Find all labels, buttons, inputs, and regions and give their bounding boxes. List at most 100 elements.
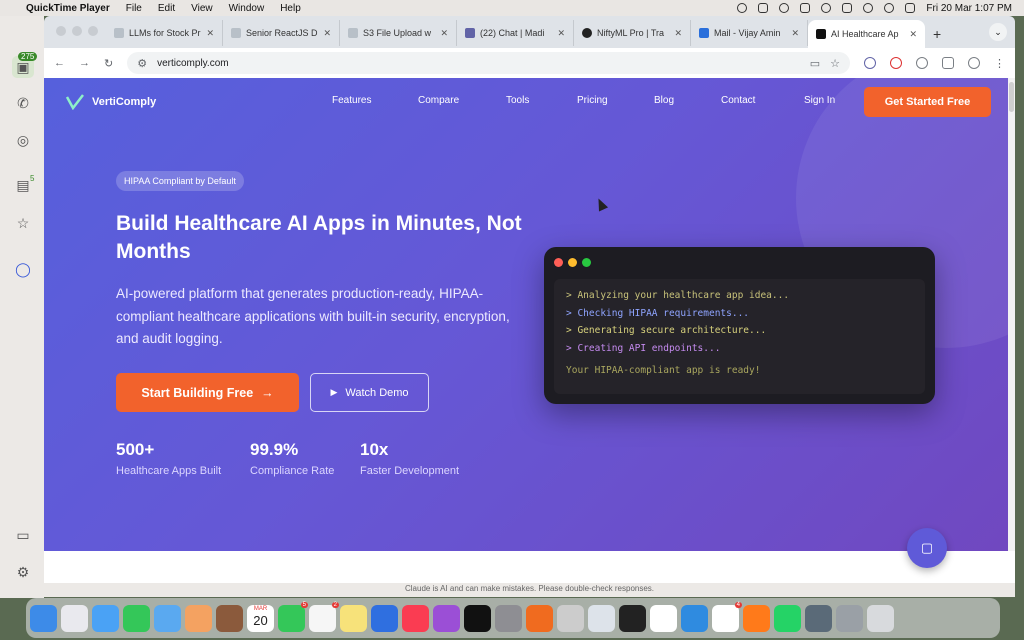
star-icon[interactable]: ☆ [12,212,34,234]
notes-icon[interactable] [340,604,367,632]
new-tab-button[interactable]: + [925,26,949,42]
nav-compare[interactable]: Compare [418,95,459,106]
nav-sign-in[interactable]: Sign In [804,95,835,106]
slack-icon[interactable]: 4 [712,601,742,632]
tab-senior-reactjs[interactable]: Senior ReactJS D ✕ [223,20,340,46]
photos-icon[interactable] [185,604,212,632]
tab-favicon-icon [816,29,826,39]
quicktime-icon[interactable] [805,604,832,632]
control-center-icon[interactable] [905,3,916,13]
display-icon[interactable] [800,3,811,13]
hero-headline: Build Healthcare AI Apps in Minutes, Not… [116,212,522,263]
forward-icon[interactable]: → [79,57,90,69]
tab-llms-stock[interactable]: LLMs for Stock Pr ✕ [106,20,223,46]
profile-icon[interactable] [968,57,980,69]
page-scrollbar[interactable] [1008,78,1015,551]
reminders-icon[interactable]: 2 [309,601,339,632]
sublime-text-icon[interactable] [526,604,553,632]
watch-demo-button[interactable]: ▶ Watch Demo [310,373,429,412]
menubar-datetime[interactable]: Fri 20 Mar 1:07 PM [926,3,1012,14]
back-icon[interactable]: ← [54,57,65,69]
site-logo[interactable]: VertiComply [66,94,156,110]
settings-icon[interactable]: ⚙ [12,561,34,583]
more-menu-icon[interactable]: ⋮ [994,57,1005,70]
whatsapp-icon[interactable] [774,604,801,632]
menu-edit[interactable]: Edit [158,3,175,14]
menu-view[interactable]: View [191,3,213,14]
tab-chat[interactable]: (22) Chat | Madi ✕ [457,20,574,46]
finder-icon[interactable] [30,604,57,632]
iphone-mirroring-icon[interactable] [557,604,584,632]
battery-icon[interactable] [842,3,853,13]
apple-tv-icon[interactable] [464,604,491,632]
site-info-icon[interactable]: ⚙ [137,57,147,70]
zoom-window-button[interactable] [88,26,98,36]
menu-file[interactable]: File [126,3,142,14]
phone-icon[interactable]: ✆ [12,92,34,114]
preview-icon[interactable] [588,604,615,632]
puzzle-icon[interactable] [942,57,954,69]
bookmark-star-icon[interactable]: ☆ [830,57,840,70]
calendar-icon[interactable]: MAR 20 [247,604,274,632]
record-icon[interactable] [737,3,748,13]
mail-app-icon[interactable] [92,604,119,632]
extension-icon[interactable] [890,57,902,69]
chat-widget-button[interactable]: ▢ [907,528,947,568]
tab-close-icon[interactable]: ✕ [674,28,682,39]
tab-mail[interactable]: Mail - Vijay Amin ✕ [691,20,808,46]
menu-window[interactable]: Window [229,3,265,14]
wifi-icon[interactable] [863,3,874,13]
tab-niftyml[interactable]: NiftyML Pro | Tra ✕ [574,20,691,46]
creative-cloud-icon[interactable] [779,3,790,13]
get-started-button[interactable]: Get Started Free [864,87,991,117]
maps-icon[interactable] [154,604,181,632]
reload-icon[interactable]: ↻ [104,57,113,70]
chrome-icon[interactable] [650,604,677,632]
safari-icon[interactable] [681,604,708,632]
tab-close-icon[interactable]: ✕ [440,28,448,39]
start-building-button[interactable]: Start Building Free → [116,373,299,412]
search-icon[interactable] [884,3,895,13]
url-text[interactable]: verticomply.com [157,58,229,69]
terminal-icon[interactable] [619,604,646,632]
close-window-button[interactable] [56,26,66,36]
circle-app-icon[interactable]: ◯ [12,258,34,280]
trash-icon[interactable] [867,604,894,632]
tab-close-icon[interactable]: ✕ [791,28,799,39]
camera-icon[interactable]: ◎ [12,129,34,151]
tab-close-icon[interactable]: ✕ [909,29,917,40]
nav-blog[interactable]: Blog [654,95,674,106]
chat-bubble-icon: ▢ [920,540,934,555]
downloads-folder-icon[interactable] [836,604,863,632]
address-bar[interactable]: ⚙ verticomply.com ▭ ☆ [127,52,850,74]
music-icon[interactable] [402,604,429,632]
freeform-icon[interactable] [371,604,398,632]
nav-features[interactable]: Features [332,95,371,106]
notes-app-icon[interactable] [216,604,243,632]
tab-close-icon[interactable]: ✕ [206,28,214,39]
tab-close-icon[interactable]: ✕ [557,28,565,39]
tab-close-icon[interactable]: ✕ [323,28,331,39]
nav-tools[interactable]: Tools [506,95,529,106]
cast-icon[interactable]: ▭ [810,57,820,70]
menu-help[interactable]: Help [280,3,301,14]
app-name[interactable]: QuickTime Player [26,3,110,14]
tab-search-button[interactable]: ⌄ [989,23,1007,41]
extension-icon[interactable] [916,57,928,69]
system-settings-icon[interactable] [495,604,522,632]
tab-s3-upload[interactable]: S3 File Upload w ✕ [340,20,457,46]
teams-extension-icon[interactable] [864,57,876,69]
minimize-window-button[interactable] [72,26,82,36]
nav-contact[interactable]: Contact [721,95,755,106]
facetime-icon[interactable]: 5 [278,601,308,632]
storage-icon[interactable]: ▭ [12,524,34,546]
status-icon[interactable] [758,3,769,13]
podcasts-icon[interactable] [433,604,460,632]
tab-ai-healthcare[interactable]: AI Healthcare Ap ✕ [808,20,925,48]
launchpad-icon[interactable] [61,604,88,632]
scrollbar-thumb[interactable] [1009,82,1014,112]
nav-pricing[interactable]: Pricing [577,95,608,106]
messages-icon[interactable] [123,604,150,632]
bluetooth-icon[interactable] [821,3,832,13]
firefox-icon[interactable] [743,604,770,632]
